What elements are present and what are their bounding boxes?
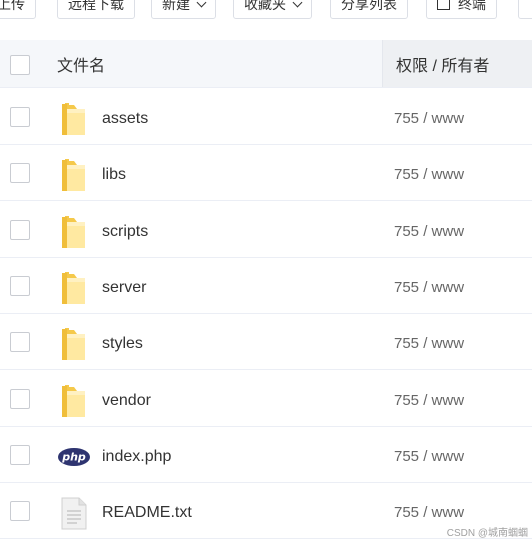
row-checkbox[interactable] [10, 501, 30, 522]
file-row[interactable]: scripts 755 / www [0, 202, 532, 258]
upload-button-label: 上传 [0, 0, 25, 12]
folder-icon[interactable] [58, 382, 90, 420]
file-name[interactable]: index.php [102, 427, 171, 483]
svg-text:php: php [61, 450, 86, 463]
folder-icon[interactable] [58, 325, 90, 363]
favorites-button[interactable]: 收藏夹 [233, 0, 312, 19]
file-row[interactable]: assets 755 / www [0, 89, 532, 145]
file-name[interactable]: libs [102, 145, 126, 201]
file-row[interactable]: php index.php 755 / www [0, 427, 532, 483]
row-checkbox[interactable] [10, 332, 30, 353]
folder-icon[interactable] [58, 100, 90, 138]
file-permission[interactable]: 755 / www [394, 89, 464, 145]
file-permission[interactable]: 755 / www [394, 427, 464, 483]
select-all-checkbox[interactable] [10, 55, 30, 75]
upload-button[interactable]: 上传 [0, 0, 36, 19]
new-button-label: 新建 [162, 0, 190, 12]
column-header-filename[interactable]: 文件名 [57, 40, 105, 87]
chevron-down-icon [292, 0, 303, 8]
folder-icon[interactable] [58, 269, 90, 307]
file-permission[interactable]: 755 / www [394, 145, 464, 201]
terminal-button[interactable]: 终端 [426, 0, 497, 19]
row-checkbox[interactable] [10, 444, 30, 465]
new-button[interactable]: 新建 [151, 0, 216, 19]
file-row[interactable]: libs 755 / www [0, 145, 532, 202]
watermark: CSDN @城南蝈蝈 [446, 528, 528, 539]
file-row[interactable]: vendor 755 / www [0, 371, 532, 427]
share-list-button[interactable]: 分享列表 [330, 0, 408, 19]
row-checkbox[interactable] [10, 107, 30, 127]
favorites-button-label: 收藏夹 [244, 0, 286, 12]
file-name[interactable]: scripts [102, 202, 148, 258]
folder-icon[interactable] [58, 156, 90, 194]
file-permission[interactable]: 755 / www [394, 258, 464, 314]
chevron-down-icon [196, 0, 207, 8]
terminal-button-label: 终端 [458, 0, 486, 12]
file-name[interactable]: vendor [102, 371, 151, 427]
file-row[interactable]: styles 755 / www [0, 314, 532, 371]
text-file-icon[interactable] [58, 494, 90, 532]
share-list-button-label: 分享列表 [341, 0, 397, 12]
row-checkbox[interactable] [10, 275, 30, 296]
terminal-icon [437, 0, 450, 10]
remote-download-button[interactable]: 远程下载 [57, 0, 135, 19]
file-name[interactable]: server [102, 258, 146, 314]
folder-icon[interactable] [58, 213, 90, 251]
file-permission[interactable]: 755 / www [394, 314, 464, 370]
file-table-header: 文件名 权限 / 所有者 [0, 40, 532, 88]
row-checkbox[interactable] [10, 163, 30, 184]
file-name[interactable]: README.txt [102, 483, 192, 539]
row-checkbox[interactable] [10, 388, 30, 409]
row-checkbox[interactable] [10, 219, 30, 240]
remote-download-button-label: 远程下载 [68, 0, 124, 12]
file-permission[interactable]: 755 / www [394, 371, 464, 427]
file-row[interactable]: server 755 / www [0, 258, 532, 314]
file-permission[interactable]: 755 / www [394, 202, 464, 258]
file-name[interactable]: styles [102, 314, 143, 370]
php-file-icon[interactable]: php [58, 438, 90, 476]
toolbar: 上传 远程下载 新建 收藏夹 分享列表 终端 [0, 0, 532, 24]
column-header-permission[interactable]: 权限 / 所有者 [396, 40, 489, 87]
file-name[interactable]: assets [102, 89, 148, 145]
more-button[interactable] [518, 0, 532, 19]
